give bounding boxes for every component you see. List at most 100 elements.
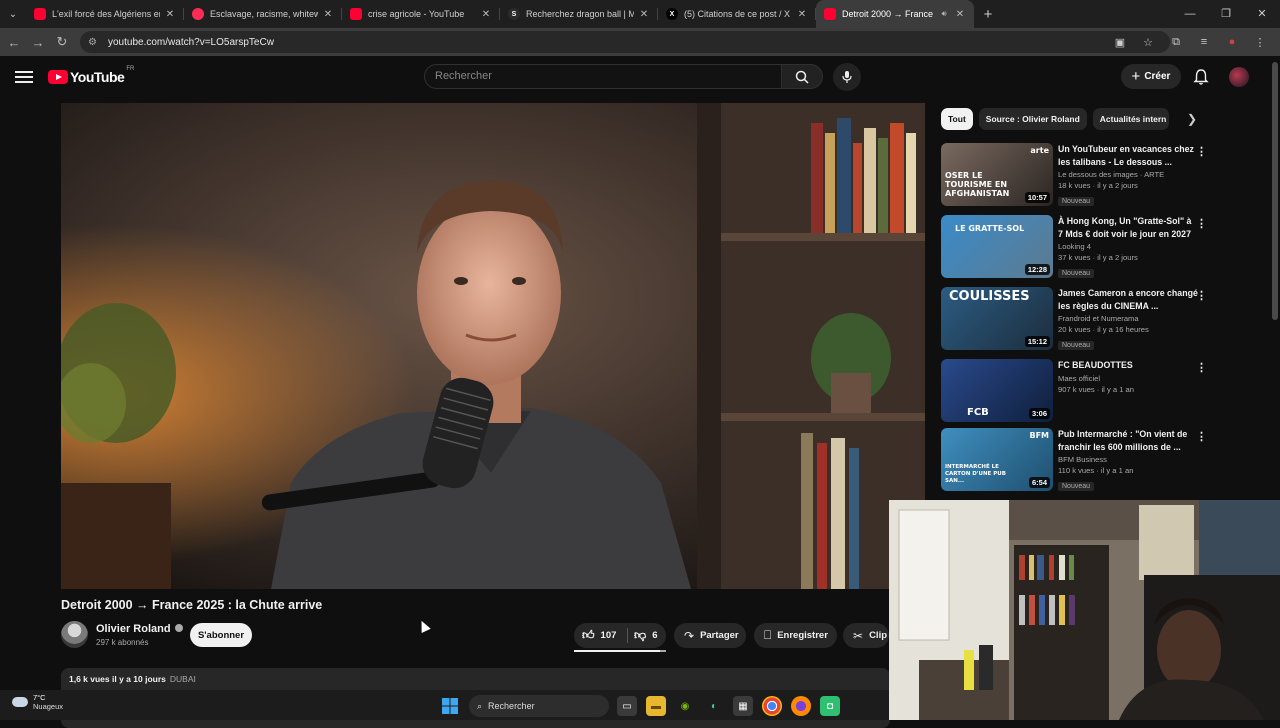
recommended-channel[interactable]: Maes officiel: [1058, 374, 1198, 383]
filter-chip[interactable]: Actualités intern: [1092, 108, 1169, 130]
extensions-icon[interactable]: ⧉: [1162, 36, 1190, 49]
channel-avatar[interactable]: [61, 621, 88, 648]
filter-chip[interactable]: Source : Olivier Roland: [978, 108, 1087, 130]
profile-icon[interactable]: ●: [1218, 36, 1246, 48]
play-icon: [824, 8, 836, 20]
video-title: Detroit 2000 → France 2025 : la Chute ar…: [61, 598, 323, 612]
recommended-title[interactable]: FC BEAUDOTTES: [1058, 359, 1198, 372]
url-bar[interactable]: ⚙ youtube.com/watch?v=LO5arspTeCw: [80, 31, 1170, 53]
scissors-icon: ✂: [853, 628, 864, 643]
tab-title: Recherchez dragon ball | Mode: [526, 9, 634, 19]
page-scrollbar[interactable]: [1272, 62, 1278, 320]
browser-tab[interactable]: L'exil forcé des Algériens en No ✕: [26, 0, 184, 28]
channel-name[interactable]: Olivier Roland: [96, 623, 183, 635]
youtube-logo[interactable]: YouTube FR: [48, 66, 134, 85]
video-info: Pub Intermarché : "On vient de franchir …: [1058, 428, 1198, 493]
close-tab-icon[interactable]: ✕: [164, 9, 176, 20]
recommended-channel[interactable]: BFM Business: [1058, 455, 1198, 464]
like-dislike-group: 👍︎ 107 👎︎ 6: [574, 623, 666, 652]
site-info-icon[interactable]: ⚙: [88, 37, 100, 48]
recommended-video[interactable]: OSER LE TOURISME EN AFGHANISTAN arte 10:57…: [941, 143, 1215, 207]
recommended-channel[interactable]: Frandroid et Numerama: [1058, 314, 1198, 323]
maximize-button[interactable]: ❐: [1208, 0, 1244, 28]
browser-tab[interactable]: X (5) Citations de ce post / X ✕: [658, 0, 816, 28]
new-tab-button[interactable]: +: [974, 6, 1002, 23]
clip-label: Clip: [869, 630, 888, 641]
app-icon[interactable]: ◘: [820, 696, 840, 716]
nvidia-icon[interactable]: ◉: [675, 696, 695, 716]
recommended-title[interactable]: James Cameron a encore changé les règles…: [1058, 287, 1198, 312]
close-tab-icon[interactable]: ✕: [322, 9, 334, 20]
video-thumbnail[interactable]: LE GRATTE-SOL 12:28: [941, 215, 1053, 278]
video-thumbnail[interactable]: FCB 3:06: [941, 359, 1053, 422]
video-player[interactable]: [61, 103, 925, 589]
recommended-video[interactable]: COULISSES 15:12 James Cameron a encore cha…: [941, 287, 1215, 351]
forward-button[interactable]: →: [26, 35, 50, 50]
file-explorer-icon[interactable]: ▬: [646, 696, 666, 716]
webcam-frame: [889, 500, 1280, 720]
taskbar-search[interactable]: ⌕ Rechercher: [469, 695, 609, 717]
create-button[interactable]: + Créer: [1121, 64, 1181, 89]
search-button[interactable]: [781, 64, 823, 89]
browser-menu-icon[interactable]: ⋮: [1246, 36, 1274, 49]
task-view-icon[interactable]: ▭: [617, 696, 637, 716]
recommended-title[interactable]: Un YouTubeur en vacances chez les taliba…: [1058, 143, 1198, 168]
recommended-meta: 18 k vues · il y a 2 jours: [1058, 181, 1138, 190]
filter-chip[interactable]: Tout: [941, 108, 973, 130]
browser-tab[interactable]: S Recherchez dragon ball | Mode ✕: [500, 0, 658, 28]
recommended-title[interactable]: À Hong Kong, Un "Gratte-Sol" à 7 Mds € d…: [1058, 215, 1198, 240]
recommended-channel[interactable]: Looking 4: [1058, 242, 1198, 251]
speaker-icon[interactable]: 🔊︎: [938, 9, 950, 19]
subscribe-button[interactable]: S'abonner: [190, 623, 252, 647]
close-tab-icon[interactable]: ✕: [954, 9, 966, 20]
new-badge: Nouveau: [1058, 482, 1095, 491]
weather-widget[interactable]: 7°C Nuageux: [12, 693, 63, 711]
browser-tab[interactable]: Esclavage, racisme, whitewashin ✕: [184, 0, 342, 28]
close-tab-icon[interactable]: ✕: [638, 9, 650, 20]
save-label: Enregistrer: [777, 630, 828, 641]
more-options-icon[interactable]: ⋮: [1196, 361, 1207, 374]
recommended-video[interactable]: FCB 3:06 FC BEAUDOTTES Maes officiel 907 k v…: [941, 359, 1215, 423]
notifications-bell-icon[interactable]: [1192, 68, 1210, 86]
bookmark-star-icon[interactable]: ☆: [1134, 36, 1162, 49]
recommended-video[interactable]: LE GRATTE-SOL 12:28 À Hong Kong, Un "Gratt…: [941, 215, 1215, 279]
media-controls-icon[interactable]: ≡: [1190, 36, 1218, 48]
reload-button[interactable]: ↻: [50, 34, 74, 50]
video-thumbnail[interactable]: COULISSES 15:12: [941, 287, 1053, 350]
chevron-right-icon[interactable]: ❯: [1183, 110, 1201, 128]
account-avatar[interactable]: [1229, 67, 1249, 87]
search-icon: ⌕: [477, 700, 483, 711]
edge-icon[interactable]: ◐: [704, 696, 724, 716]
search-input[interactable]: Rechercher: [424, 64, 782, 89]
back-button[interactable]: ←: [2, 35, 26, 50]
close-window-button[interactable]: ✕: [1244, 0, 1280, 28]
tab-search-button[interactable]: ⌄: [0, 0, 26, 28]
dislike-button[interactable]: 👎︎ 6: [634, 623, 657, 648]
video-thumbnail[interactable]: OSER LE TOURISME EN AFGHANISTAN arte 10:57: [941, 143, 1053, 206]
recommended-title[interactable]: Pub Intermarché : "On vient de franchir …: [1058, 428, 1198, 453]
more-options-icon[interactable]: ⋮: [1196, 217, 1207, 230]
recommended-video[interactable]: INTERMARCHÉ LE CARTON D'UNE PUB SAN... BF…: [941, 428, 1215, 492]
clip-button[interactable]: ✂ Clip: [843, 623, 889, 648]
more-options-icon[interactable]: ⋮: [1196, 289, 1207, 302]
menu-icon[interactable]: [15, 68, 33, 84]
minimize-button[interactable]: —: [1172, 0, 1208, 28]
browser-tab[interactable]: Detroit 2000 → France 2025 : 🔊︎ ✕: [816, 0, 974, 28]
chrome-icon[interactable]: [762, 696, 782, 716]
more-options-icon[interactable]: ⋮: [1196, 430, 1207, 443]
close-tab-icon[interactable]: ✕: [480, 9, 492, 20]
close-tab-icon[interactable]: ✕: [796, 9, 808, 20]
recommended-channel[interactable]: Le dessous des images · ARTE: [1058, 170, 1198, 179]
install-app-icon[interactable]: ▣: [1106, 36, 1134, 49]
save-button[interactable]: ⎕ Enregistrer: [754, 623, 837, 648]
store-icon[interactable]: ▦: [733, 696, 753, 716]
x-icon: X: [666, 8, 678, 20]
firefox-icon[interactable]: [791, 696, 811, 716]
like-button[interactable]: 👍︎ 107: [582, 623, 616, 648]
browser-tab[interactable]: crise agricole - YouTube ✕: [342, 0, 500, 28]
video-thumbnail[interactable]: INTERMARCHÉ LE CARTON D'UNE PUB SAN... BF…: [941, 428, 1053, 491]
windows-start-icon[interactable]: [440, 696, 460, 716]
more-options-icon[interactable]: ⋮: [1196, 145, 1207, 158]
voice-search-button[interactable]: [833, 63, 861, 91]
share-button[interactable]: ↷ Partager: [674, 623, 746, 648]
